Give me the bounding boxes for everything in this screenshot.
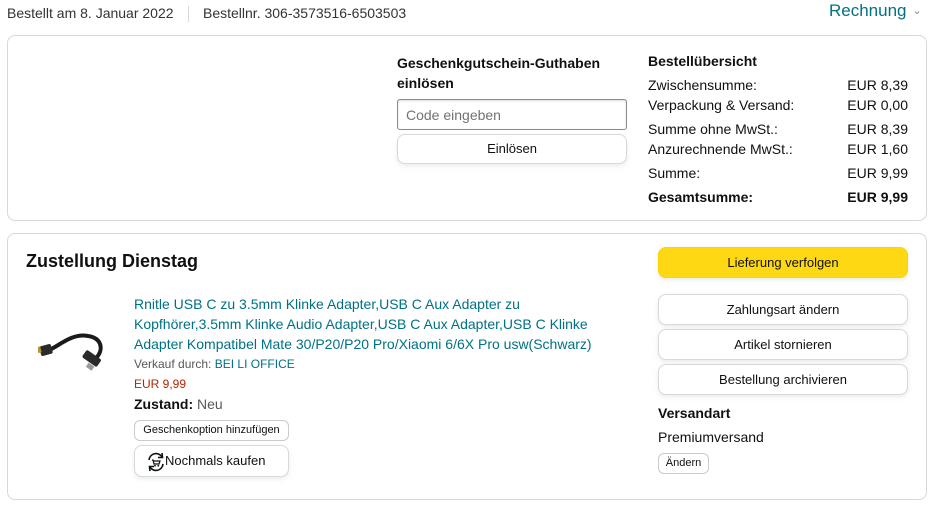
voucher-title: Geschenkgutschein-Guthaben einlösen (397, 55, 601, 91)
summary-row-value: EUR 8,39 (847, 77, 908, 93)
repeat-cart-icon (148, 452, 164, 472)
summary-total-label: Gesamtsumme: (648, 189, 754, 205)
invoice-label: Rechnung (829, 1, 907, 20)
summary-row-label: Anzurechnende MwSt.: (648, 141, 793, 157)
condition-value: Neu (197, 396, 223, 412)
summary-row-label: Zwischensumme: (648, 77, 757, 93)
summary-row-label: Verpackung & Versand: (648, 97, 795, 113)
redeem-button[interactable]: Einlösen (397, 134, 627, 164)
voucher-code-input[interactable] (397, 99, 627, 130)
sold-by-label: Verkauf durch: (134, 357, 212, 371)
change-shipping-button[interactable]: Ändern (658, 453, 709, 474)
add-gift-option-button[interactable]: Geschenkoption hinzufügen (134, 420, 289, 441)
seller-link[interactable]: BEI LI OFFICE (215, 357, 295, 371)
summary-row-value: EUR 1,60 (847, 141, 908, 157)
change-payment-button[interactable]: Zahlungsart ändern (658, 294, 908, 325)
item-price: EUR 9,99 (134, 377, 187, 391)
chevron-down-icon: ⌄ (912, 5, 922, 17)
order-date: Bestellt am 8. Januar 2022 (7, 5, 174, 21)
delivery-panel: Zustellung Dienstag Rnitle USB C zu 3.5m… (7, 233, 927, 500)
summary-title: Bestellübersicht (648, 53, 757, 69)
header-divider (188, 6, 189, 22)
buy-again-button[interactable]: Nochmals kaufen (134, 445, 289, 477)
sold-by: Verkauf durch: BEI LI OFFICE (134, 357, 295, 371)
condition-label: Zustand: (134, 396, 194, 412)
summary-row-label: Summe: (648, 165, 701, 181)
cancel-item-button[interactable]: Artikel stornieren (658, 329, 908, 360)
archive-order-button[interactable]: Bestellung archivieren (658, 364, 908, 395)
product-image[interactable] (38, 314, 113, 374)
order-header: Bestellt am 8. Januar 2022 Bestellnr. 30… (0, 0, 935, 30)
invoice-link[interactable]: Rechnung ⌄ (829, 1, 922, 21)
item-condition: Zustand: Neu (134, 396, 223, 412)
summary-row-value: EUR 8,39 (847, 121, 908, 137)
summary-row-label: Summe ohne MwSt.: (648, 121, 778, 137)
shipping-method-title: Versandart (658, 405, 731, 421)
shipping-method-value: Premiumversand (658, 429, 764, 445)
order-number: Bestellnr. 306-3573516-6503503 (203, 5, 407, 21)
summary-row-value: EUR 0,00 (847, 97, 908, 113)
order-summary-panel: Geschenkgutschein-Guthaben einlösen Einl… (7, 35, 927, 221)
track-package-button[interactable]: Lieferung verfolgen (658, 247, 908, 278)
delivery-title: Zustellung Dienstag (26, 251, 199, 271)
product-title-link[interactable]: Rnitle USB C zu 3.5mm Klinke Adapter,USB… (134, 294, 624, 354)
buy-again-label: Nochmals kaufen (165, 453, 266, 468)
summary-row-value: EUR 9,99 (847, 165, 908, 181)
summary-total-value: EUR 9,99 (847, 189, 908, 205)
